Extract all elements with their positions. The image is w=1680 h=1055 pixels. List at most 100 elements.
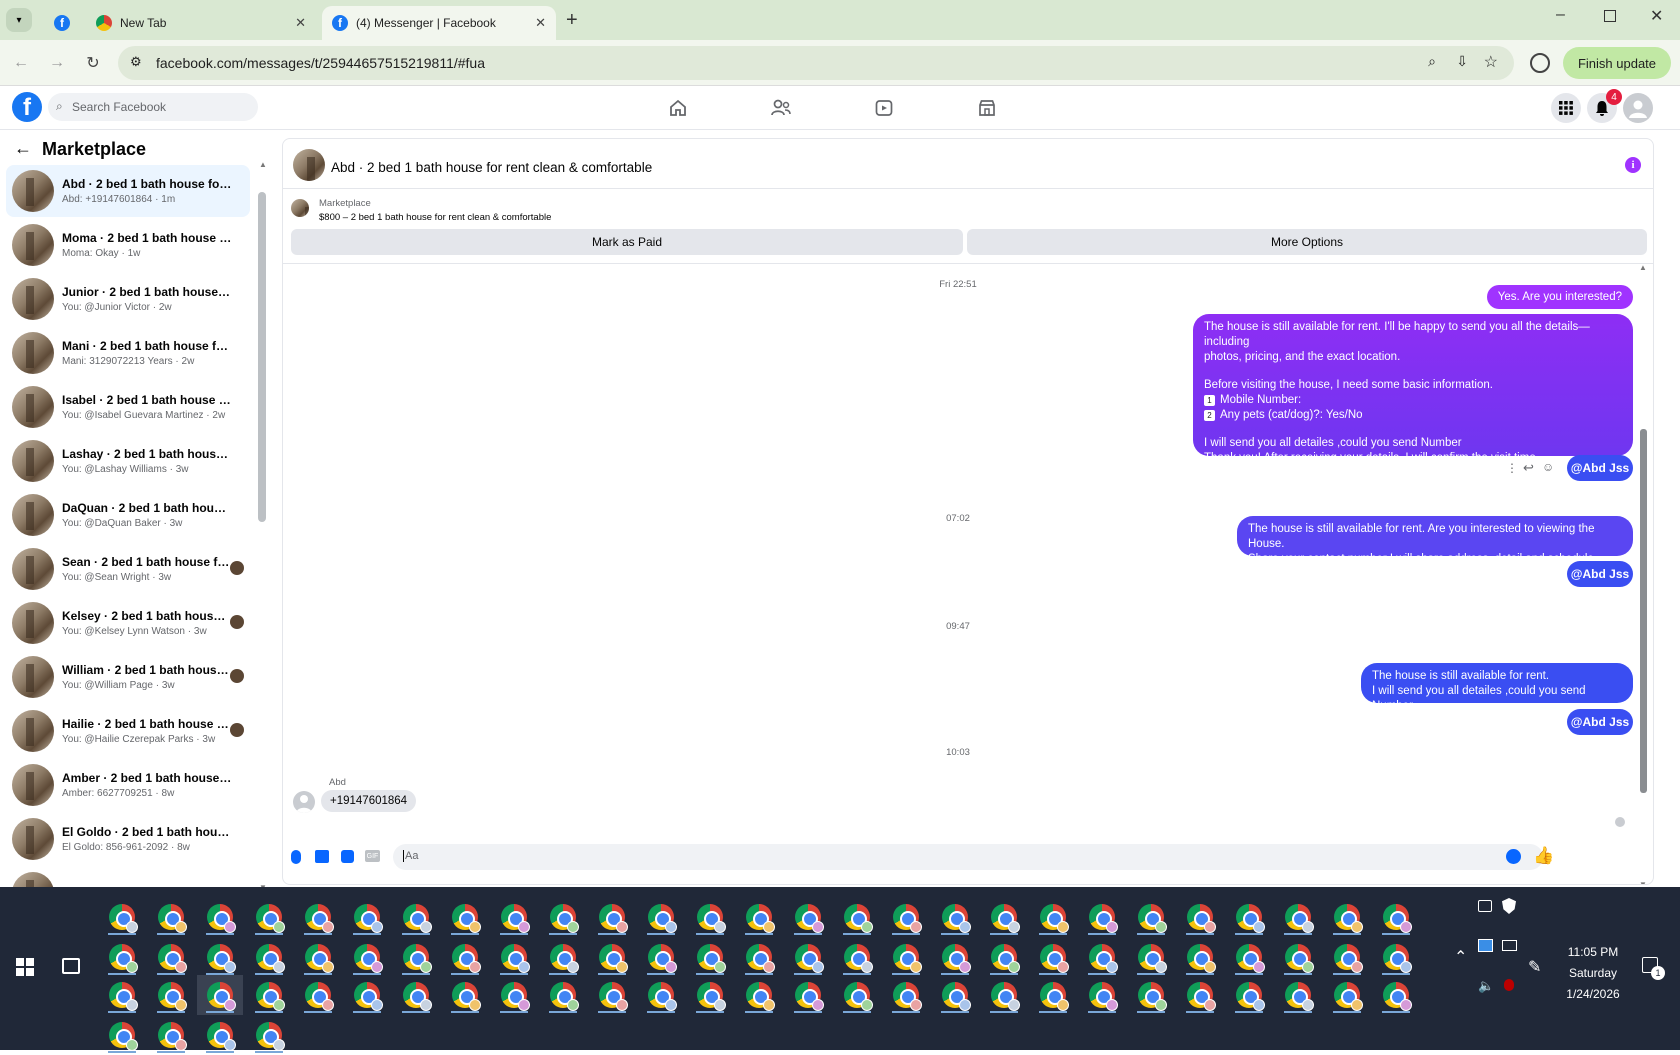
chrome-taskbar-icon[interactable] — [1177, 975, 1223, 1015]
chrome-taskbar-icon[interactable] — [540, 897, 586, 937]
message-details-request[interactable]: The house is still available for rent. I… — [1193, 314, 1633, 464]
chrome-taskbar-icon[interactable] — [1128, 937, 1174, 977]
chrome-taskbar-icon[interactable] — [687, 897, 733, 937]
chrome-taskbar-icon[interactable] — [1373, 937, 1419, 977]
message-input[interactable]: Aa — [393, 844, 1543, 870]
chrome-taskbar-icon[interactable] — [246, 1015, 292, 1055]
listing-thumbnail[interactable] — [293, 149, 325, 181]
chrome-taskbar-icon[interactable] — [246, 897, 292, 937]
chrome-taskbar-icon[interactable] — [344, 975, 390, 1015]
chrome-taskbar-icon[interactable] — [785, 975, 831, 1015]
chrome-taskbar-icon[interactable] — [197, 1015, 243, 1055]
chrome-taskbar-icon[interactable] — [834, 897, 880, 937]
tab-messenger[interactable]: f (4) Messenger | Facebook ✕ — [322, 6, 556, 40]
message-phone-number[interactable]: +19147601864 — [321, 790, 417, 812]
chrome-taskbar-icon[interactable] — [1079, 975, 1125, 1015]
chrome-taskbar-icon[interactable] — [148, 975, 194, 1015]
scrollbar-thumb[interactable] — [258, 192, 266, 522]
conversation-item[interactable]: DaQuan · 2 bed 1 bath house fo... You: @D… — [6, 489, 250, 541]
pen-icon[interactable]: ✎ — [1528, 957, 1541, 977]
back-arrow-icon[interactable]: ← — [14, 138, 32, 159]
conversation-item[interactable]: Lillian · 2 bed 1 bath house fo... — [6, 867, 250, 887]
microphone-icon[interactable] — [291, 850, 301, 864]
sender-avatar[interactable] — [293, 791, 315, 813]
install-icon[interactable]: ⇩ — [1456, 53, 1468, 70]
chrome-taskbar-icon[interactable] — [246, 975, 292, 1015]
chrome-taskbar-icon[interactable] — [1128, 975, 1174, 1015]
friends-icon[interactable] — [769, 96, 793, 120]
chrome-taskbar-icon[interactable] — [883, 897, 929, 937]
battery-icon[interactable] — [1504, 979, 1514, 991]
more-actions-icon[interactable]: ⋮ — [1506, 461, 1518, 475]
search-input[interactable]: ⌕ Search Facebook — [48, 93, 258, 121]
conversation-item[interactable]: El Goldo · 2 bed 1 bath house f... El Gol… — [6, 813, 250, 865]
clock-day[interactable]: Saturday — [1548, 966, 1638, 980]
chrome-taskbar-icon[interactable] — [99, 975, 145, 1015]
forward-icon[interactable]: → — [46, 52, 68, 74]
chrome-taskbar-icon[interactable] — [99, 937, 145, 977]
chrome-taskbar-icon[interactable] — [736, 897, 782, 937]
chrome-taskbar-icon[interactable] — [1128, 897, 1174, 937]
chrome-taskbar-icon[interactable] — [1275, 975, 1321, 1015]
like-thumb-icon[interactable]: 👍 — [1533, 846, 1554, 866]
scrollbar-thumb[interactable] — [1640, 429, 1647, 793]
home-icon[interactable] — [666, 96, 690, 120]
mention-abd-jss[interactable]: @Abd Jss — [1567, 455, 1633, 481]
conversation-item[interactable]: Lashay · 2 bed 1 bath house for ... You: … — [6, 435, 250, 487]
network-icon[interactable] — [1502, 940, 1517, 951]
action-center-icon[interactable]: 1 — [1642, 957, 1665, 980]
security-shield-icon[interactable] — [1502, 898, 1516, 914]
reply-icon[interactable]: ↩ — [1523, 460, 1534, 476]
chrome-taskbar-icon[interactable] — [344, 937, 390, 977]
chrome-taskbar-icon[interactable] — [981, 937, 1027, 977]
listing-small-thumbnail[interactable] — [291, 199, 309, 217]
tab-facebook-pinned[interactable]: f — [44, 6, 84, 40]
chrome-taskbar-icon[interactable] — [540, 937, 586, 977]
conversation-item[interactable]: Isabel · 2 bed 1 bath house for r... You:… — [6, 381, 250, 433]
chrome-taskbar-icon[interactable] — [1373, 975, 1419, 1015]
chat-scrollbar[interactable]: ▲ ▼ — [1639, 263, 1647, 884]
chrome-taskbar-icon[interactable] — [687, 937, 733, 977]
chrome-taskbar-icon[interactable] — [1373, 897, 1419, 937]
chrome-taskbar-icon[interactable] — [1030, 937, 1076, 977]
chrome-taskbar-icon[interactable] — [981, 897, 1027, 937]
chrome-taskbar-icon[interactable] — [99, 897, 145, 937]
menu-grid-icon[interactable] — [1551, 93, 1581, 123]
bookmark-star-icon[interactable]: ☆ — [1484, 52, 1498, 72]
chrome-taskbar-icon[interactable] — [1030, 975, 1076, 1015]
marketplace-icon[interactable] — [975, 96, 999, 120]
close-tab-icon[interactable]: ✕ — [295, 15, 306, 31]
chrome-taskbar-icon[interactable] — [834, 937, 880, 977]
chrome-taskbar-icon[interactable] — [197, 937, 243, 977]
chrome-taskbar-icon[interactable] — [1177, 937, 1223, 977]
minimize-button[interactable]: – — [1556, 6, 1565, 24]
chrome-taskbar-icon[interactable] — [197, 975, 243, 1015]
chrome-taskbar-icon[interactable] — [295, 975, 341, 1015]
chrome-taskbar-icon[interactable] — [981, 975, 1027, 1015]
conversation-item[interactable]: Moma · 2 bed 1 bath house for ... Moma: O… — [6, 219, 250, 271]
chrome-taskbar-icon[interactable] — [638, 937, 684, 977]
message-yes[interactable]: Yes. Are you interested? — [1486, 285, 1633, 309]
chrome-taskbar-icon[interactable] — [393, 975, 439, 1015]
chrome-taskbar-icon[interactable] — [491, 975, 537, 1015]
chrome-taskbar-icon[interactable] — [197, 897, 243, 937]
conversation-item[interactable]: William · 2 bed 1 bath house ... You: @Wi… — [6, 651, 250, 703]
chrome-taskbar-icon[interactable] — [883, 937, 929, 977]
chrome-taskbar-icon[interactable] — [687, 975, 733, 1015]
finish-update-button[interactable]: Finish update — [1563, 47, 1671, 79]
chrome-taskbar-icon[interactable] — [1275, 897, 1321, 937]
chrome-taskbar-icon[interactable] — [736, 937, 782, 977]
emoji-icon[interactable] — [1506, 849, 1521, 864]
display-icon[interactable] — [1478, 939, 1493, 952]
message-still-available[interactable]: The house is still available for rent. I… — [1361, 663, 1633, 712]
chrome-taskbar-icon[interactable] — [932, 975, 978, 1015]
chrome-taskbar-icon[interactable] — [1324, 937, 1370, 977]
chrome-taskbar-icon[interactable] — [638, 897, 684, 937]
reload-icon[interactable]: ↻ — [82, 52, 104, 74]
photo-icon[interactable] — [315, 850, 329, 863]
chrome-taskbar-icon[interactable] — [344, 897, 390, 937]
chrome-taskbar-icon[interactable] — [393, 897, 439, 937]
site-settings-icon[interactable]: ⚙ — [130, 54, 142, 70]
close-window-button[interactable]: ✕ — [1650, 6, 1663, 26]
chrome-taskbar-icon[interactable] — [589, 975, 635, 1015]
